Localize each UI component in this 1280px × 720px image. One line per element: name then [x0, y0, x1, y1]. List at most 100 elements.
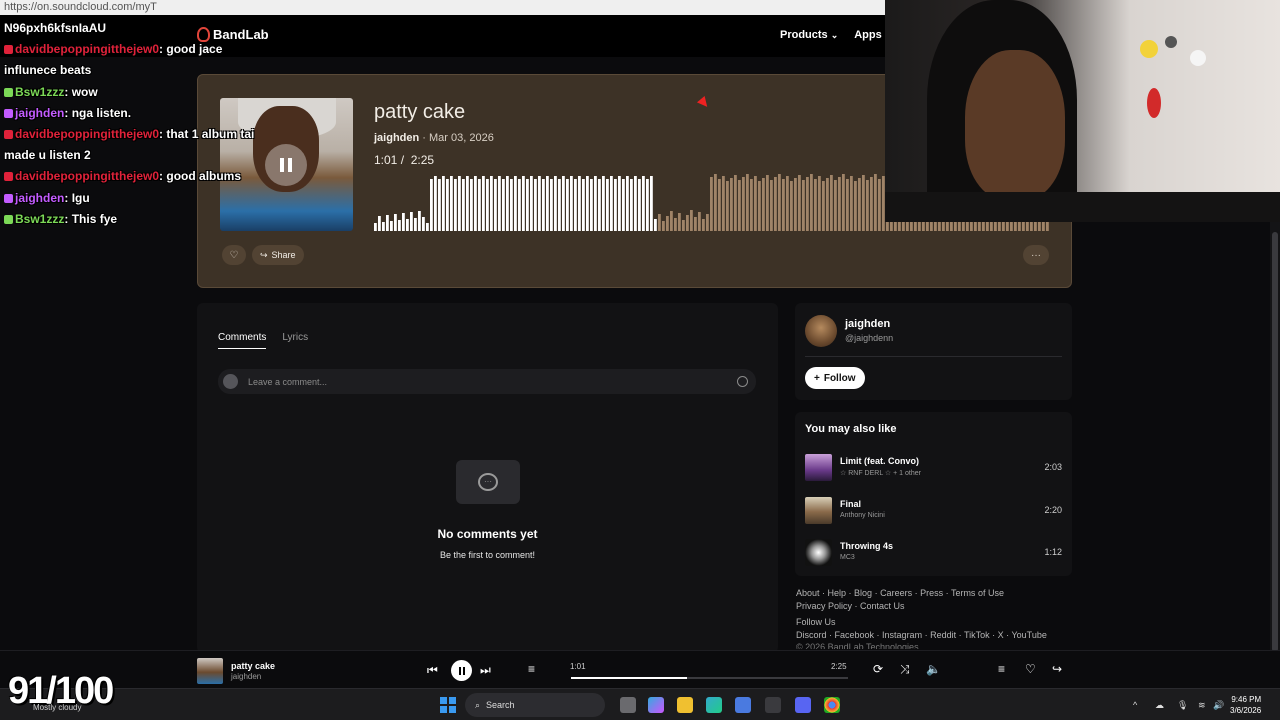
footer-separator: ·: [956, 629, 964, 640]
windows-taskbar: ⌕ Search ^ ☁ 🎙 ≋ 🔊 9:46 PM 3/6/2026: [0, 688, 1280, 720]
waveform-bar: [726, 181, 729, 231]
shuffle-icon[interactable]: ⤨: [900, 662, 910, 677]
emoji-icon[interactable]: [737, 376, 748, 387]
tray-chevron-icon[interactable]: ^: [1133, 700, 1137, 710]
nav-apps[interactable]: Apps: [854, 29, 882, 41]
discord-icon[interactable]: [795, 697, 811, 713]
waveform-bar: [454, 179, 457, 231]
add-to-playlist-icon[interactable]: ≡: [998, 662, 1005, 676]
waveform-bar: [678, 213, 681, 231]
edge-icon[interactable]: [706, 697, 722, 713]
footer-link-discord[interactable]: Discord: [796, 630, 827, 640]
waveform-bar: [702, 219, 705, 231]
waveform-bar: [422, 217, 425, 231]
tray-app-icon[interactable]: ☁: [1155, 700, 1164, 711]
waveform-bar: [878, 179, 881, 231]
artist-name[interactable]: jaighden: [845, 318, 890, 330]
player-progress-bar[interactable]: [571, 677, 848, 679]
rec-item[interactable]: Final Anthony Nicini 2:20: [805, 497, 1062, 525]
waveform-bar: [562, 176, 565, 231]
task-view-icon[interactable]: [620, 697, 636, 713]
chat-username: davidbepoppingitthejew0: [15, 169, 160, 184]
waveform-bar: [434, 176, 437, 231]
recommendations-panel: You may also like Limit (feat. Convo) ☆ …: [795, 412, 1072, 576]
next-track-icon[interactable]: ⏭: [480, 663, 491, 678]
footer-link-blog[interactable]: Blog: [854, 588, 872, 598]
address-bar[interactable]: https://on.soundcloud.com/myT: [0, 0, 885, 15]
player-track-title[interactable]: patty cake: [231, 661, 275, 671]
footer-link-help[interactable]: Help: [828, 588, 847, 598]
windows-start-icon[interactable]: [440, 697, 456, 713]
comments-tabs: Comments Lyrics: [218, 332, 308, 349]
share-icon[interactable]: ↪: [1052, 662, 1062, 676]
footer-link-careers[interactable]: Careers: [880, 588, 912, 598]
pause-icon-bar: [280, 158, 284, 172]
taskbar-search[interactable]: ⌕ Search: [465, 693, 605, 717]
search-label: Search: [486, 700, 515, 710]
player-cover-art[interactable]: [197, 658, 223, 684]
chat-badge-icon: [4, 172, 13, 182]
chat-colon: :: [64, 84, 72, 99]
store-icon[interactable]: [735, 697, 751, 713]
heart-icon[interactable]: ♡: [1025, 662, 1036, 676]
share-button[interactable]: ↪ Share: [252, 245, 304, 265]
chat-message: made u listen 2: [4, 145, 254, 166]
footer-link-about[interactable]: About: [796, 588, 820, 598]
chat-message: davidbepoppingitthejew0: good jace: [4, 39, 254, 60]
footer-link-facebook[interactable]: Facebook: [835, 630, 875, 640]
tab-lyrics[interactable]: Lyrics: [282, 332, 308, 349]
footer-link-contact-us[interactable]: Contact Us: [860, 601, 905, 611]
rec-duration: 2:03: [1044, 462, 1062, 472]
file-explorer-icon[interactable]: [677, 697, 693, 713]
copilot-icon[interactable]: [648, 697, 664, 713]
taskbar-clock[interactable]: 9:46 PM 3/6/2026: [1230, 694, 1261, 716]
volume-icon[interactable]: 🔈: [926, 662, 941, 676]
footer-link-privacy-policy[interactable]: Privacy Policy: [796, 601, 852, 611]
player-artist[interactable]: jaighden: [231, 672, 261, 681]
add-user-icon: +: [814, 372, 820, 384]
wifi-icon[interactable]: ≋: [1198, 700, 1206, 711]
comment-input[interactable]: Leave a comment...: [218, 369, 756, 394]
rec-thumb: [805, 539, 832, 566]
waveform-bar: [390, 221, 393, 231]
chrome-icon[interactable]: [824, 697, 840, 713]
more-options-button[interactable]: ···: [1023, 245, 1049, 265]
rec-item[interactable]: Limit (feat. Convo) ☆ RNF DERL ☆ + 1 oth…: [805, 454, 1062, 482]
waveform-bar: [694, 217, 697, 231]
speaker-icon[interactable]: 🔊: [1213, 700, 1224, 711]
footer-separator: ·: [912, 588, 921, 598]
chat-username: Bsw1zzz: [15, 84, 65, 99]
queue-icon[interactable]: ≡: [528, 662, 535, 676]
track-artist-link[interactable]: jaighden: [374, 132, 419, 144]
waveform-bar: [614, 179, 617, 231]
cover-pause-button[interactable]: [265, 144, 307, 186]
previous-track-icon[interactable]: ⏮: [427, 663, 438, 678]
waveform-bar: [558, 179, 561, 231]
rec-item[interactable]: Throwing 4s MC3 1:12: [805, 539, 1062, 567]
artist-avatar[interactable]: [805, 315, 837, 347]
recommendations-title: You may also like: [805, 423, 897, 435]
footer-link-terms-of-use[interactable]: Terms of Use: [951, 588, 1004, 598]
chat-message: jaighden: nga listen.: [4, 103, 254, 124]
scrollbar-thumb[interactable]: [1272, 232, 1278, 652]
like-button[interactable]: ♡: [222, 245, 246, 265]
repeat-icon[interactable]: ⟳: [873, 662, 883, 676]
artist-profile-card: jaighden @jaighdenn + Follow: [795, 303, 1072, 400]
nav-products[interactable]: Products ⌄: [780, 29, 838, 41]
waveform-bar: [658, 214, 661, 231]
tab-comments[interactable]: Comments: [218, 332, 267, 349]
page-scrollbar[interactable]: [1270, 222, 1280, 660]
footer-link-tiktok[interactable]: TikTok: [964, 630, 990, 640]
app-icon[interactable]: [765, 697, 781, 713]
waveform-bar: [630, 179, 633, 231]
player-pause-button[interactable]: [451, 660, 472, 681]
footer-link-reddit[interactable]: Reddit: [930, 630, 956, 640]
waveform-bar: [402, 213, 405, 231]
microphone-icon[interactable]: 🎙: [1177, 700, 1188, 711]
nav-apps-label: Apps: [854, 29, 882, 41]
footer-link-youtube[interactable]: YouTube: [1011, 630, 1046, 640]
empty-comments-title: No comments yet: [437, 527, 538, 541]
follow-button[interactable]: + Follow: [805, 367, 865, 389]
footer-link-press[interactable]: Press: [920, 588, 943, 598]
footer-link-instagram[interactable]: Instagram: [882, 630, 922, 640]
